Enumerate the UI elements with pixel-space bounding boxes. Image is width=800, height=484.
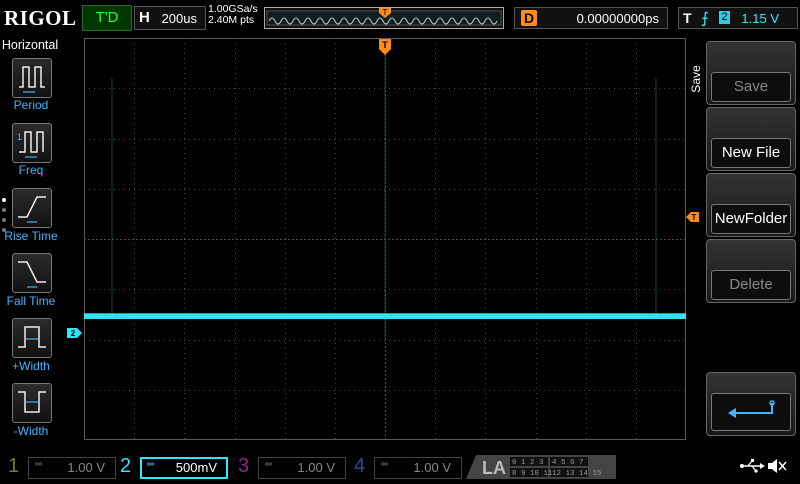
return-button-face [711, 393, 791, 431]
fall-time-label: Fall Time [6, 294, 56, 308]
channel3-scale: 1.00 V [297, 460, 335, 475]
delay-value: 0.00000000ps [576, 11, 659, 26]
trigger-marker-label: T [382, 40, 388, 50]
channel4-scale-box: ═ 1.00 V [374, 457, 462, 479]
rise-time-label: Rise Time [4, 229, 58, 243]
dc-coupling-icon: ═ [35, 459, 43, 470]
positive-width-label: +Width [12, 359, 50, 373]
trigger-box[interactable]: T ⨍ 2 1.15 V [678, 7, 798, 29]
channel2-scale: 500mV [175, 460, 217, 475]
channel4-tab[interactable]: 4 ═ 1.00 V [346, 455, 464, 479]
save-button[interactable]: Save [706, 41, 796, 105]
horizontal-timebase-box[interactable]: H 200us [134, 6, 206, 30]
waveform-display[interactable] [84, 38, 686, 440]
logic-analyzer-label: LA [482, 458, 506, 478]
delay-label: D [521, 10, 538, 26]
channel1-tab[interactable]: 1 ═ 1.00 V [0, 455, 118, 479]
trigger-position-marker-icon[interactable]: T [378, 38, 392, 56]
trigger-level-value: 1.15 V [741, 11, 779, 26]
la-digital-group-1: 4 5 6 7 [552, 459, 584, 467]
memory-depth: 2.40M pts [208, 14, 255, 26]
return-button[interactable] [706, 372, 796, 436]
frequency-button[interactable]: 1 [12, 123, 52, 163]
timebase-value: 200us [161, 11, 197, 26]
trigger-source-badge: 2 [719, 11, 730, 24]
status-icons [738, 456, 794, 479]
channel2-trace [84, 314, 686, 319]
new-file-button[interactable]: New File [706, 107, 796, 171]
return-arrow-icon [728, 400, 775, 418]
logic-analyzer-tab[interactable]: LA 0 1 2 3 4 5 6 7 8 9 10 11 12 13 14 15 [466, 455, 616, 479]
trigger-status-badge[interactable]: T'D [82, 5, 132, 31]
channel2-trace-highlight [84, 313, 686, 314]
new-file-button-label: New File [711, 138, 791, 168]
channel1-number: 1 [8, 455, 20, 477]
new-folder-button[interactable]: NewFolder [706, 173, 796, 237]
frequency-label: Freq [18, 163, 44, 177]
channel1-scale: 1.00 V [67, 460, 105, 475]
negative-width-icon [18, 391, 46, 413]
channel4-number: 4 [354, 455, 366, 477]
negative-width-label: -Width [13, 424, 49, 438]
channel2-number: 2 [120, 455, 132, 477]
channel1-scale-box: ═ 1.00 V [28, 457, 116, 479]
left-menu-title: Horizontal [1, 38, 59, 52]
fall-time-icon [18, 261, 46, 288]
dc-coupling-icon: ═ [147, 459, 155, 470]
save-button-label: Save [711, 72, 791, 102]
logic-analyzer-badge: LA 0 1 2 3 4 5 6 7 8 9 10 11 12 13 14 15 [466, 455, 616, 479]
save-menu-title: Save [689, 65, 703, 93]
positive-width-button[interactable] [12, 318, 52, 358]
period-label: Period [13, 98, 49, 112]
channel3-scale-box: ═ 1.00 V [258, 457, 346, 479]
la-digital-group-3: 12 13 14 15 [552, 470, 602, 478]
channel2-ground-marker-icon[interactable]: 2 [67, 327, 83, 339]
memory-overview-window[interactable]: T [264, 7, 504, 29]
channel2-scale-box: ═ 500mV [140, 457, 228, 479]
delete-button[interactable]: Delete [706, 239, 796, 303]
frequency-icon: 1 [17, 131, 44, 158]
delay-box[interactable]: D 0.00000000ps [514, 7, 668, 29]
rise-time-icon [18, 196, 46, 223]
period-icon [19, 66, 45, 93]
channel2-tab[interactable]: 2 ═ 500mV [112, 455, 230, 479]
positive-width-icon [18, 326, 46, 348]
la-digital-group-2: 8 9 10 11 [512, 470, 553, 478]
rise-time-button[interactable] [12, 188, 52, 228]
dc-coupling-icon: ═ [265, 459, 273, 470]
trigger-label: T [683, 10, 692, 26]
memory-trigger-marker-icon: T [379, 8, 391, 18]
channel2-marker-label: 2 [71, 329, 76, 338]
channel4-scale: 1.00 V [413, 460, 451, 475]
rising-edge-icon: ⨍ [701, 10, 709, 27]
new-folder-button-label: NewFolder [711, 204, 791, 234]
dc-coupling-icon: ═ [381, 459, 389, 470]
channel3-number: 3 [238, 455, 250, 477]
svg-text:1: 1 [17, 132, 22, 142]
la-digital-group-0: 0 1 2 3 [512, 459, 544, 467]
fall-time-button[interactable] [12, 253, 52, 293]
negative-width-button[interactable] [12, 383, 52, 423]
brand-logo: RIGOL [4, 6, 77, 30]
save-menu-tab: Save [686, 58, 706, 104]
period-button[interactable] [12, 58, 52, 98]
acquisition-info: 1.00GSa/s 2.40M pts [208, 4, 258, 26]
horizontal-label: H [139, 9, 150, 26]
channel3-tab[interactable]: 3 ═ 1.00 V [230, 455, 348, 479]
delete-button-label: Delete [711, 270, 791, 300]
svg-text:T: T [383, 8, 388, 17]
speaker-muted-icon[interactable] [766, 456, 788, 476]
